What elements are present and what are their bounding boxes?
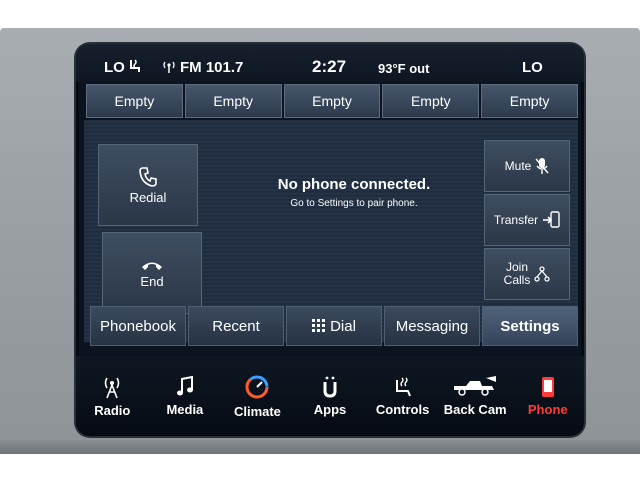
fan-speed-left[interactable]: LO (104, 59, 125, 76)
nav-apps[interactable]: Apps (294, 356, 367, 436)
music-note-icon (176, 375, 193, 395)
nav-phone[interactable]: Phone (511, 356, 584, 436)
rear-camera-truck-icon (454, 375, 497, 396)
seat-heat-icon[interactable] (128, 58, 142, 78)
nav-controls[interactable]: Controls (366, 356, 439, 436)
mute-label: Mute (504, 159, 532, 173)
apps-logo-icon (323, 376, 337, 398)
nav-back-cam-label: Back Cam (443, 401, 507, 417)
keypad-icon (312, 319, 326, 332)
join-calls-button[interactable]: Join Calls (484, 248, 570, 300)
fan-speed-right[interactable]: LO (522, 59, 543, 76)
nav-phone-label: Phone (527, 401, 568, 417)
tab-phonebook[interactable]: Phonebook (90, 306, 186, 346)
nav-apps-label: Apps (313, 401, 347, 417)
microphone-muted-icon (535, 158, 549, 174)
nav-radio[interactable]: Radio (76, 356, 149, 436)
nav-radio-label: Radio (94, 402, 131, 418)
heated-seat-icon (395, 377, 411, 396)
tab-messaging[interactable]: Messaging (384, 306, 480, 346)
preset-row: Empty Empty Empty Empty Empty (86, 84, 578, 118)
bezel-lower-edge (0, 440, 640, 454)
phone-tab-bar: Phonebook Recent Dial Messaging Settings (90, 306, 578, 346)
radio-tower-icon (104, 377, 120, 398)
join-calls-line-2: Calls (503, 273, 531, 287)
transfer-to-phone-icon (543, 211, 560, 228)
preset-2[interactable]: Empty (184, 84, 282, 118)
nav-climate-label: Climate (233, 403, 281, 419)
radio-station[interactable]: FM 101.7 (180, 59, 243, 76)
tab-settings[interactable]: Settings (482, 306, 578, 346)
nav-controls-label: Controls (375, 401, 430, 417)
outside-temperature: 93°F out (378, 61, 430, 76)
transfer-button[interactable]: Transfer (484, 194, 570, 246)
redial-button[interactable]: Redial (98, 144, 198, 226)
tab-dial[interactable]: Dial (286, 306, 382, 346)
transfer-label: Transfer (493, 213, 539, 227)
merge-calls-icon (534, 266, 550, 282)
no-phone-message: No phone connected. (277, 176, 431, 193)
preset-1[interactable]: Empty (86, 84, 183, 118)
clock-time: 2:27 (312, 57, 347, 76)
nav-media-label: Media (166, 401, 204, 417)
redial-label: Redial (129, 189, 167, 205)
preset-5[interactable]: Empty (481, 84, 578, 118)
infotainment-screen: LO FM 101.7 2:27 93°F out LO Empty Empty… (76, 44, 584, 436)
preset-4[interactable]: Empty (382, 84, 480, 118)
pair-phone-hint: Go to Settings to pair phone. (290, 198, 418, 209)
mute-button[interactable]: Mute (484, 140, 570, 192)
main-nav-bar: Radio Media Climate Apps Controls Back C… (76, 356, 584, 436)
tab-recent[interactable]: Recent (188, 306, 284, 346)
phone-handset-icon (139, 166, 157, 187)
nav-media[interactable]: Media (149, 356, 222, 436)
hang-up-icon (142, 262, 162, 270)
radio-signal-icon (162, 60, 176, 77)
join-calls-label: Join Calls (504, 261, 531, 287)
status-bar: LO FM 101.7 2:27 93°F out LO (76, 44, 584, 82)
end-label: End (140, 273, 164, 289)
climate-dial-icon (245, 375, 269, 398)
nav-back-cam[interactable]: Back Cam (439, 356, 512, 436)
preset-3[interactable]: Empty (283, 84, 381, 118)
smartphone-icon (541, 376, 554, 397)
nav-climate[interactable]: Climate (221, 356, 294, 436)
end-call-button[interactable]: End (102, 232, 202, 314)
join-calls-line-1: Join (505, 260, 528, 274)
dial-label: Dial (330, 317, 356, 335)
